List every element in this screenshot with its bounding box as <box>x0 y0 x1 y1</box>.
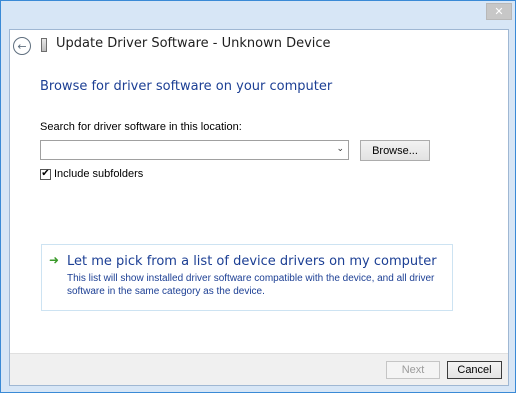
include-subfolders-label[interactable]: Include subfolders <box>54 168 143 180</box>
page-heading: Browse for driver software on your compu… <box>40 79 333 94</box>
cancel-button[interactable]: Cancel <box>447 361 502 379</box>
pick-from-list-link[interactable]: ➜ Let me pick from a list of device driv… <box>41 244 453 311</box>
dialog-header: ← Update Driver Software - Unknown Devic… <box>10 30 508 64</box>
next-button[interactable]: Next <box>386 361 440 379</box>
search-location-label: Search for driver software in this locat… <box>40 121 242 133</box>
close-icon: ✕ <box>494 5 504 18</box>
include-subfolders-checkbox[interactable]: ✔ <box>40 168 51 180</box>
pick-from-list-title[interactable]: Let me pick from a list of device driver… <box>67 254 437 269</box>
close-button[interactable]: ✕ <box>486 3 512 20</box>
browse-button[interactable]: Browse... <box>360 140 430 161</box>
checkmark-icon: ✔ <box>41 168 50 179</box>
dialog-window: ✕ ← Update Driver Software - Unknown Dev… <box>0 0 516 393</box>
dialog-footer: Next Cancel <box>10 353 508 385</box>
title-bar: ✕ <box>1 1 515 31</box>
pick-from-list-description: This list will show installed driver sof… <box>67 273 435 297</box>
back-arrow-icon: ← <box>17 39 27 53</box>
back-button[interactable]: ← <box>13 37 31 55</box>
dialog-title: Update Driver Software - Unknown Device <box>56 36 331 51</box>
green-arrow-icon: ➜ <box>49 253 60 267</box>
search-location-combobox[interactable]: ⌄ <box>40 140 349 160</box>
dialog-client-area: ← Update Driver Software - Unknown Devic… <box>9 29 509 386</box>
include-subfolders-option[interactable]: ✔ Include subfolders <box>40 168 143 180</box>
device-icon <box>41 38 47 52</box>
chevron-down-icon[interactable]: ⌄ <box>336 144 344 154</box>
